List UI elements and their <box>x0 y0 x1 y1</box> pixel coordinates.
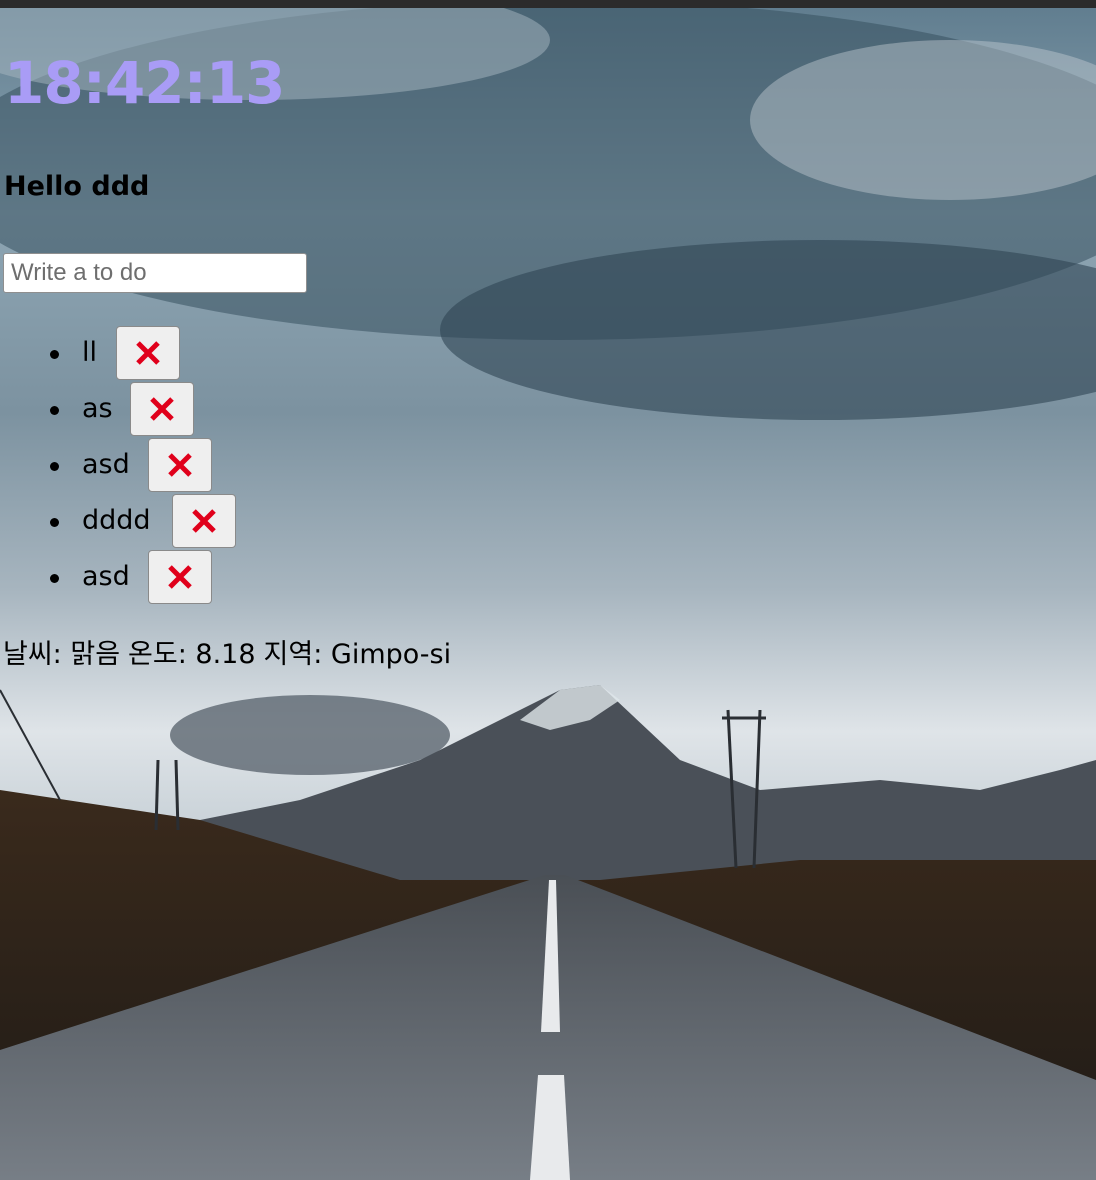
todo-text: as <box>82 393 113 424</box>
weather-condition: 날씨: 맑음 <box>3 639 121 670</box>
close-icon <box>168 453 192 477</box>
delete-todo-button[interactable] <box>172 494 236 548</box>
clock: 18:42:13 <box>4 49 286 117</box>
todo-text: ll <box>82 337 98 368</box>
weather-location: 지역: Gimpo-si <box>263 639 452 670</box>
weather-info: 날씨: 맑음 온도: 8.18 지역: Gimpo-si <box>3 638 459 672</box>
app-content: 18:42:13 Hello ddd ll as asd <box>0 0 1096 1180</box>
delete-todo-button[interactable] <box>130 382 194 436</box>
todo-text: asd <box>82 449 130 480</box>
todo-form <box>3 253 307 293</box>
weather-temperature: 온도: 8.18 <box>128 639 256 670</box>
close-icon <box>136 341 160 365</box>
bullet <box>50 350 59 359</box>
close-icon <box>192 509 216 533</box>
todo-text: dddd <box>82 505 151 536</box>
todo-input[interactable] <box>3 253 307 293</box>
close-icon <box>150 397 174 421</box>
greeting: Hello ddd <box>4 171 150 202</box>
delete-todo-button[interactable] <box>148 550 212 604</box>
close-icon <box>168 565 192 589</box>
delete-todo-button[interactable] <box>148 438 212 492</box>
bullet <box>50 406 59 415</box>
bullet <box>50 518 59 527</box>
bullet <box>50 462 59 471</box>
delete-todo-button[interactable] <box>116 326 180 380</box>
todo-text: asd <box>82 561 130 592</box>
bullet <box>50 574 59 583</box>
window-top-bar <box>0 0 1096 8</box>
